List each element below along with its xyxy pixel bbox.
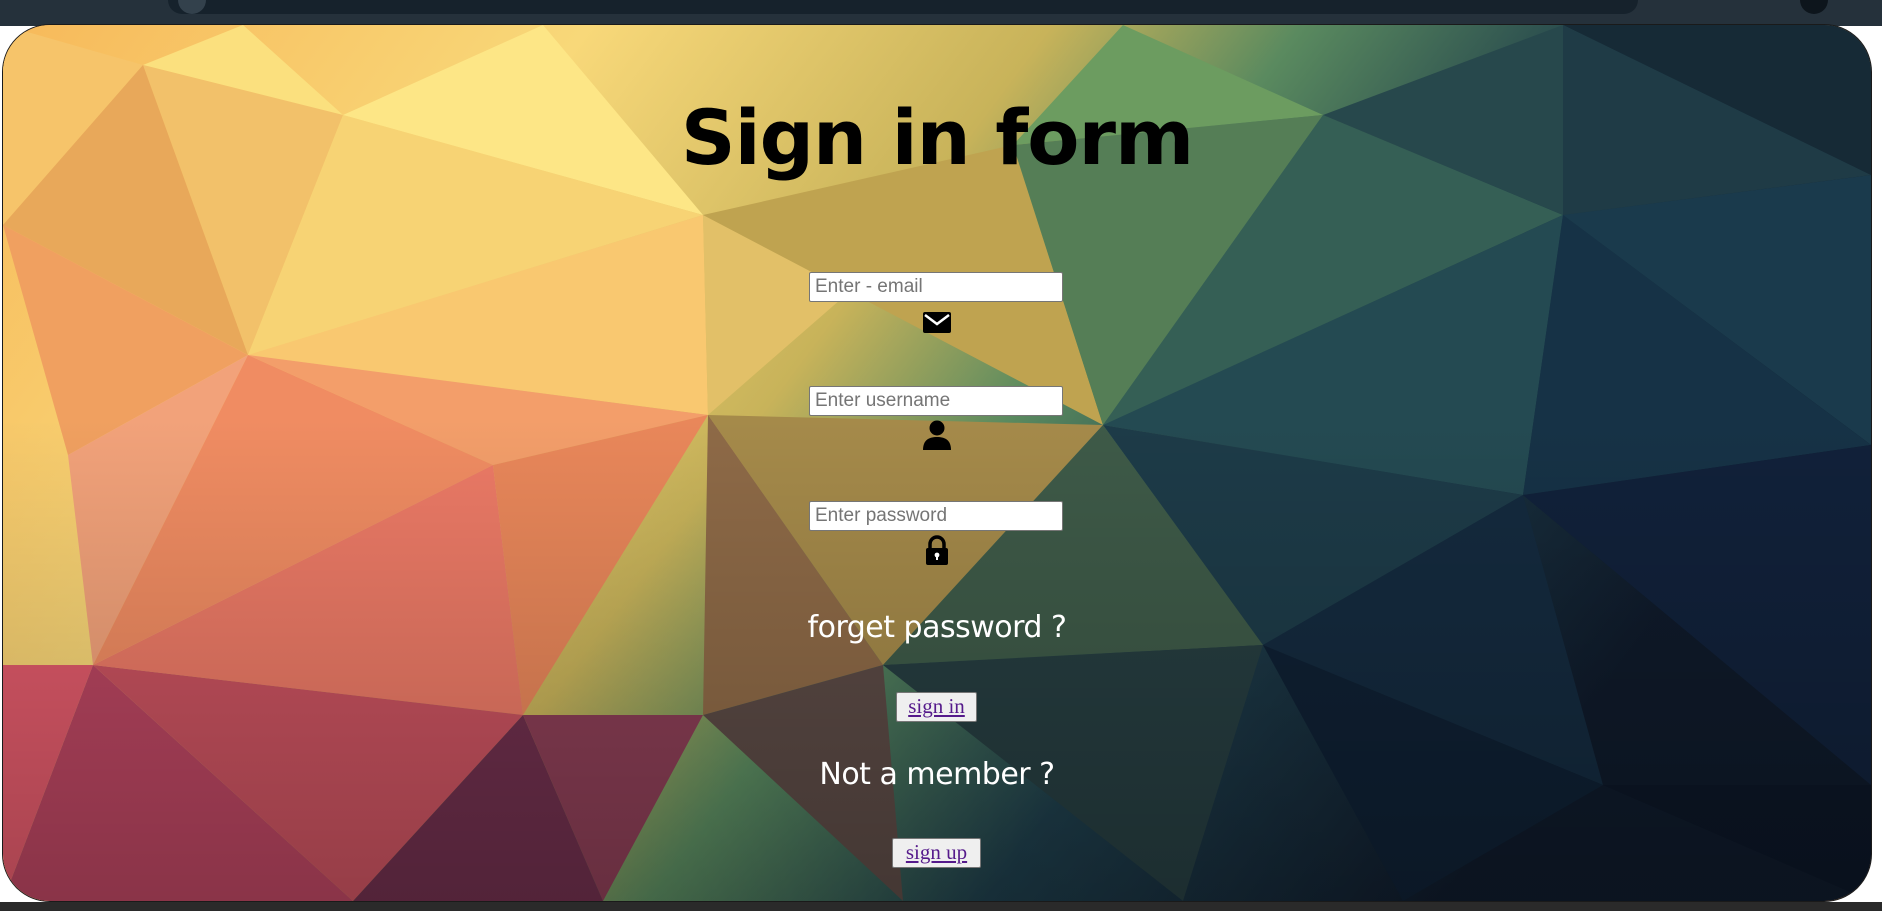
username-field[interactable]	[809, 386, 1063, 416]
sign-up-link[interactable]: sign up	[906, 840, 967, 864]
sign-in-button[interactable]: sign in	[896, 692, 977, 722]
sign-up-button[interactable]: sign up	[892, 838, 981, 868]
not-member-text: Not a member ?	[819, 757, 1055, 792]
page-title: Sign in form	[680, 93, 1194, 182]
envelope-icon	[923, 312, 951, 333]
sign-in-link[interactable]: sign in	[908, 694, 965, 718]
browser-top-bar	[0, 0, 1882, 26]
user-icon	[923, 420, 951, 450]
sign-in-panel: Sign in form forget password ? sign in N…	[2, 24, 1872, 902]
profile-icon[interactable]	[1800, 0, 1828, 14]
password-field[interactable]	[809, 501, 1063, 531]
forgot-password-link[interactable]: forget password ?	[3, 610, 1871, 645]
email-field[interactable]	[809, 272, 1063, 302]
taskbar-strip	[0, 902, 1882, 911]
lock-icon	[926, 535, 948, 565]
address-bar[interactable]	[168, 0, 1638, 14]
